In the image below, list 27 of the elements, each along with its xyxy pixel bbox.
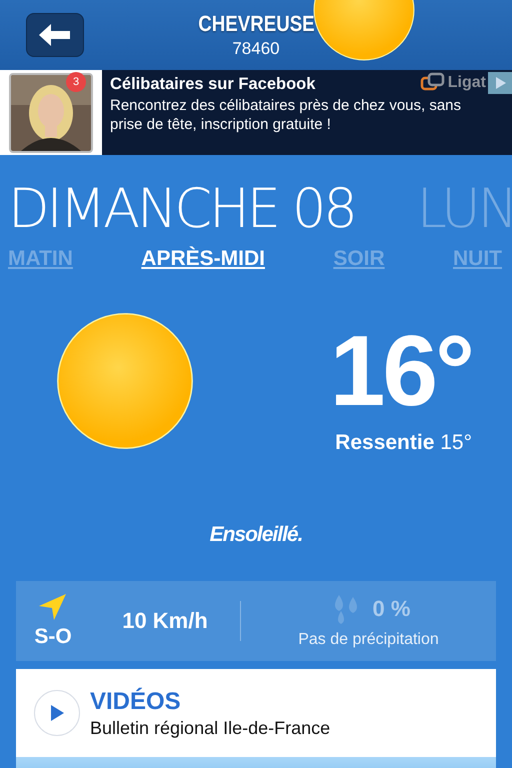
precipitation-label: Pas de précipitation xyxy=(298,631,439,649)
precipitation-value: 0 % xyxy=(372,596,410,622)
period-tab[interactable]: NUIT xyxy=(453,247,502,271)
period-tab[interactable]: MATIN xyxy=(8,247,73,271)
play-button[interactable] xyxy=(34,690,80,736)
videos-card[interactable]: VIDÉOS Bulletin régional Ile-de-France xyxy=(16,669,496,757)
play-icon xyxy=(49,704,65,722)
period-tab[interactable]: SOIR xyxy=(333,247,385,271)
ad-text: Rencontrez des célibataires près de chez vous, sans prise de tête, inscription gratuite ! xyxy=(110,96,462,134)
videos-title: VIDÉOS xyxy=(90,688,182,716)
weather-condition: Ensoleillé. xyxy=(208,523,304,548)
postcode: 78460 xyxy=(232,39,280,59)
back-button[interactable] xyxy=(26,13,84,57)
ad-brand: Ligat xyxy=(448,74,486,92)
city-name: CHEVREUSE xyxy=(198,11,314,37)
period-tab[interactable]: APRÈS-MIDI xyxy=(141,247,265,271)
wind-direction-icon xyxy=(38,593,68,621)
day-title[interactable]: LUN xyxy=(416,177,512,237)
wind-speed: 10 Km/h xyxy=(121,608,209,634)
feels-like: Ressentie 15° xyxy=(335,431,472,455)
sun-icon xyxy=(55,311,195,451)
wind-direction: S-O xyxy=(34,625,72,649)
videos-subtitle: Bulletin régional Ile-de-France xyxy=(90,718,330,738)
ad-title: Célibataires sur Facebook xyxy=(110,75,316,94)
day-title[interactable]: DIMANCHE 08 xyxy=(8,177,355,237)
back-arrow-icon xyxy=(39,24,71,46)
temperature: 16° xyxy=(330,321,472,421)
